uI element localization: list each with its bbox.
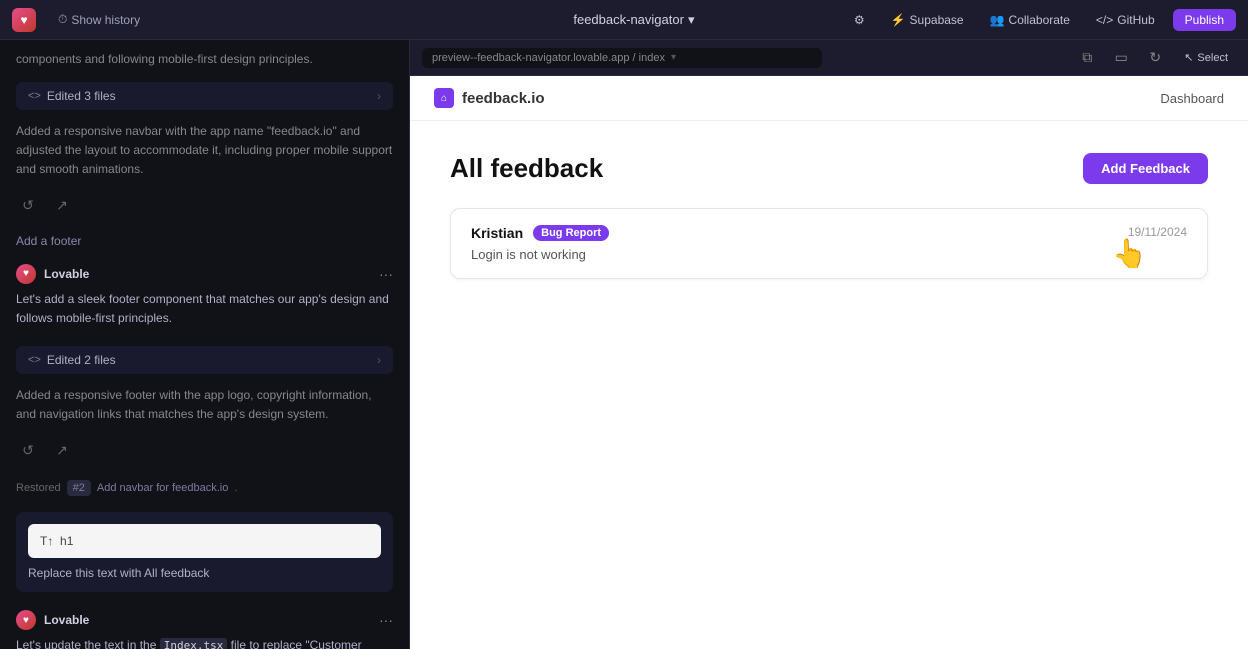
message-header-1: ♥ Lovable ··· <box>16 264 393 284</box>
feedback-card-header: Kristian Bug Report <box>471 225 609 241</box>
top-bar-right: ⚙ ⚡ Supabase 👥 Collaborate </> GitHub Pu… <box>846 9 1236 31</box>
message-header-2: ♥ Lovable ··· <box>16 610 393 630</box>
app-header-row: All feedback Add Feedback <box>450 153 1208 184</box>
app-main: All feedback Add Feedback Kristian Bug R… <box>410 121 1248 649</box>
code-icon-1: <> <box>28 90 41 102</box>
house-icon: ⌂ <box>441 93 447 104</box>
add-feedback-button[interactable]: Add Feedback <box>1083 153 1208 184</box>
top-bar-center: feedback-navigator ▾ <box>422 12 846 28</box>
edit-button-2[interactable]: ↗ <box>50 438 74 462</box>
refresh-button[interactable]: ↻ <box>1142 45 1168 71</box>
github-button[interactable]: </> GitHub <box>1088 9 1163 31</box>
app-logo: ⌂ feedback.io <box>434 88 545 108</box>
regenerate-button-2[interactable]: ↺ <box>16 438 40 462</box>
top-bar: ♥ ⏱ Show history feedback-navigator ▾ ⚙ … <box>0 0 1248 40</box>
external-open-button[interactable]: ⧉ <box>1074 45 1100 71</box>
url-bar[interactable]: preview--feedback-navigator.lovable.app … <box>422 48 822 68</box>
app-navbar: ⌂ feedback.io Dashboard <box>410 76 1248 121</box>
collaborate-button[interactable]: 👥 Collaborate <box>982 9 1078 31</box>
files-bar-1[interactable]: <> Edited 3 files › <box>16 82 393 110</box>
bug-report-badge: Bug Report <box>533 225 609 241</box>
preview-controls: ⧉ ▭ ↻ ↖ Select <box>1074 45 1236 71</box>
publish-button[interactable]: Publish <box>1173 9 1236 31</box>
project-name[interactable]: feedback-navigator ▾ <box>573 12 694 28</box>
lovable-avatar-1: ♥ <box>16 264 36 284</box>
regenerate-button-1[interactable]: ↺ <box>16 194 40 218</box>
collaborate-icon: 👥 <box>990 13 1005 27</box>
restored-row: Restored #2 Add navbar for feedback.io . <box>0 472 409 504</box>
select-button[interactable]: ↖ Select <box>1176 48 1236 67</box>
action-row-2: ↺ ↗ <box>0 434 409 472</box>
history-button[interactable]: ⏱ Show history <box>58 12 140 27</box>
chevron-right-icon-1: › <box>377 89 381 103</box>
message-block-1: ♥ Lovable ··· Let's add a sleek footer c… <box>0 254 409 338</box>
gear-button[interactable]: ⚙ <box>846 9 873 31</box>
preview-card: T↑ h1 Replace this text with All feedbac… <box>16 512 393 592</box>
history-icon: ⏱ <box>58 12 67 27</box>
gear-icon: ⚙ <box>854 13 865 27</box>
top-bar-left: ♥ ⏱ Show history <box>12 8 422 32</box>
main-layout: components and following mobile-first de… <box>0 40 1248 649</box>
preview-card-inner: T↑ h1 <box>28 524 381 558</box>
message-block-2: ♥ Lovable ··· Let's update the text in t… <box>0 600 409 649</box>
github-icon: </> <box>1096 13 1113 27</box>
message-text-2: Let's update the text in the Index.tsx f… <box>16 636 393 649</box>
url-chevron-icon: ▾ <box>671 52 676 63</box>
lovable-avatar-2: ♥ <box>16 610 36 630</box>
action-row-1: ↺ ↗ <box>0 190 409 228</box>
message-text-1: Let's add a sleek footer component that … <box>16 290 393 328</box>
more-button-2[interactable]: ··· <box>379 612 393 628</box>
more-button-1[interactable]: ··· <box>379 266 393 282</box>
section-top-text: components and following mobile-first de… <box>0 40 409 74</box>
cursor-hand-icon: 👆 <box>1112 237 1147 270</box>
feedback-card[interactable]: Kristian Bug Report Login is not working… <box>450 208 1208 279</box>
page-title: All feedback <box>450 153 603 184</box>
cursor-icon: ↖ <box>1184 51 1193 64</box>
add-footer-row: Add a footer <box>0 228 409 254</box>
inline-code: Index.tsx <box>160 638 228 649</box>
dashboard-nav-link[interactable]: Dashboard <box>1160 91 1224 106</box>
preview-pane: preview--feedback-navigator.lovable.app … <box>410 40 1248 649</box>
preview-bar: preview--feedback-navigator.lovable.app … <box>410 40 1248 76</box>
mobile-view-button[interactable]: ▭ <box>1108 45 1134 71</box>
supabase-icon: ⚡ <box>891 13 906 27</box>
app-logo-icon[interactable]: ♥ <box>12 8 36 32</box>
feedback-logo-icon: ⌂ <box>434 88 454 108</box>
chevron-right-icon-2: › <box>377 353 381 367</box>
code-icon-2: <> <box>28 354 41 366</box>
text-icon: T↑ h1 <box>40 534 73 548</box>
files-bar-2[interactable]: <> Edited 2 files › <box>16 346 393 374</box>
chevron-down-icon: ▾ <box>688 12 695 28</box>
response-text-1: Added a responsive navbar with the app n… <box>0 118 409 190</box>
restored-badge: #2 <box>67 480 91 496</box>
response-text-2: Added a responsive footer with the app l… <box>0 382 409 434</box>
edit-button-1[interactable]: ↗ <box>50 194 74 218</box>
sidebar: components and following mobile-first de… <box>0 40 410 649</box>
feedback-description: Login is not working <box>471 247 609 262</box>
supabase-button[interactable]: ⚡ Supabase <box>883 9 972 31</box>
feedback-card-left: Kristian Bug Report Login is not working <box>471 225 609 262</box>
app-container: ⌂ feedback.io Dashboard All feedback Add… <box>410 76 1248 649</box>
